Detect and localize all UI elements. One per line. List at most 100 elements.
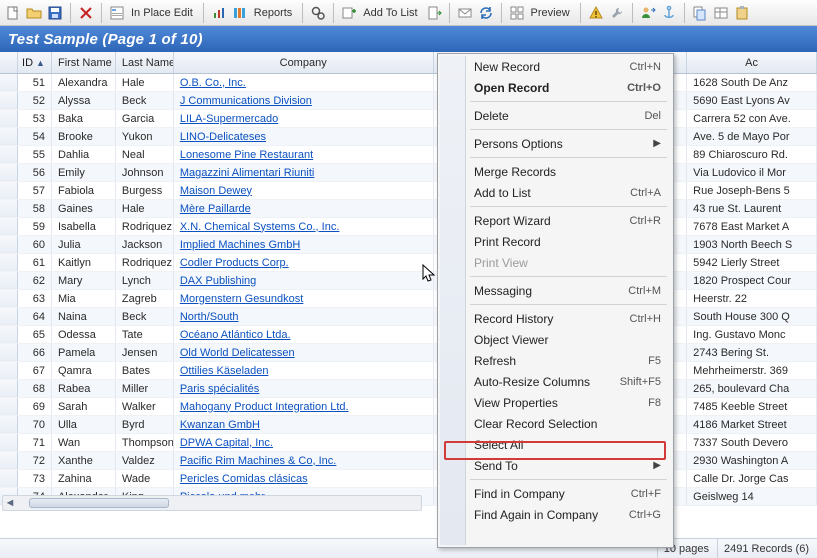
table-row[interactable]: 55DahliaNealLonesome Pine Restaurant89 C… [0, 146, 817, 164]
table-row[interactable]: 52AlyssaBeckJ Communications Division569… [0, 92, 817, 110]
company-link[interactable]: Paris spécialités [180, 383, 259, 395]
row-header[interactable] [0, 182, 18, 199]
col-header-address[interactable]: Ac [687, 52, 817, 73]
ctx-record-history[interactable]: Record HistoryCtrl+H [441, 308, 670, 329]
ctx-auto-resize[interactable]: Auto-Resize ColumnsShift+F5 [441, 371, 670, 392]
warning-icon[interactable] [587, 4, 605, 22]
table-row[interactable]: 73ZahinaWadePericles Comidas clásicasCal… [0, 470, 817, 488]
ctx-open-record[interactable]: Open RecordCtrl+O [441, 77, 670, 98]
company-link[interactable]: Ottilies Käseladen [180, 365, 269, 377]
row-header[interactable] [0, 236, 18, 253]
company-link[interactable]: J Communications Division [180, 95, 312, 107]
row-header[interactable] [0, 326, 18, 343]
company-link[interactable]: O.B. Co., Inc. [180, 77, 246, 89]
row-header[interactable] [0, 200, 18, 217]
ctx-messaging[interactable]: MessagingCtrl+M [441, 280, 670, 301]
refresh-icon[interactable] [477, 4, 495, 22]
company-link[interactable]: Maison Dewey [180, 185, 252, 197]
save-icon[interactable] [46, 4, 64, 22]
company-link[interactable]: LILA-Supermercado [180, 113, 278, 125]
table-row[interactable]: 71WanThompsonDPWA Capital, Inc.7337 Sout… [0, 434, 817, 452]
find-icon[interactable] [309, 4, 327, 22]
ctx-print-record[interactable]: Print Record [441, 231, 670, 252]
clipboard-icon[interactable] [733, 4, 751, 22]
table-row[interactable]: 54BrookeYukonLINO-DelicatesesAve. 5 de M… [0, 128, 817, 146]
ctx-object-viewer[interactable]: Object Viewer [441, 329, 670, 350]
table-row[interactable]: 67QamraBatesOttilies KäseladenMehrheimer… [0, 362, 817, 380]
col-header-id[interactable]: ID▲ [18, 52, 52, 73]
add-to-list-button[interactable]: Add To List [363, 7, 417, 19]
table-row[interactable]: 62MaryLynchDAX Publishing1820 Prospect C… [0, 272, 817, 290]
delete-icon[interactable] [77, 4, 95, 22]
open-icon[interactable] [25, 4, 43, 22]
table-merge-icon[interactable] [712, 4, 730, 22]
row-header[interactable] [0, 164, 18, 181]
company-link[interactable]: Kwanzan GmbH [180, 419, 260, 431]
mail-icon[interactable] [456, 4, 474, 22]
row-header-corner[interactable] [0, 52, 18, 73]
row-header[interactable] [0, 362, 18, 379]
company-link[interactable]: DPWA Capital, Inc. [180, 437, 273, 449]
table-row[interactable]: 70UllaByrdKwanzan GmbH4186 Market Street [0, 416, 817, 434]
export-icon[interactable] [425, 4, 443, 22]
company-link[interactable]: Océano Atlántico Ltda. [180, 329, 291, 341]
row-header[interactable] [0, 398, 18, 415]
ctx-find-again[interactable]: Find Again in CompanyCtrl+G [441, 504, 670, 525]
row-header[interactable] [0, 254, 18, 271]
scroll-thumb[interactable] [29, 498, 169, 508]
company-link[interactable]: Morgenstern Gesundkost [180, 293, 304, 305]
col-header-last-name[interactable]: Last Name [116, 52, 174, 73]
ctx-delete[interactable]: DeleteDel [441, 105, 670, 126]
grid-body[interactable]: 51AlexandraHaleO.B. Co., Inc.1628 South … [0, 74, 817, 517]
row-header[interactable] [0, 272, 18, 289]
table-row[interactable]: 66PamelaJensenOld World Delicatessen2743… [0, 344, 817, 362]
row-header[interactable] [0, 416, 18, 433]
ctx-new-record[interactable]: New RecordCtrl+N [441, 56, 670, 77]
ctx-find-in-company[interactable]: Find in CompanyCtrl+F [441, 483, 670, 504]
row-header[interactable] [0, 470, 18, 487]
company-link[interactable]: Pacific Rim Machines & Co, Inc. [180, 455, 337, 467]
company-link[interactable]: Codler Products Corp. [180, 257, 289, 269]
anchor-icon[interactable] [660, 4, 678, 22]
ctx-send-to[interactable]: Send To▶ [441, 455, 670, 476]
row-header[interactable] [0, 92, 18, 109]
row-header[interactable] [0, 380, 18, 397]
form-icon[interactable] [108, 4, 126, 22]
row-header[interactable] [0, 110, 18, 127]
table-row[interactable]: 53BakaGarciaLILA-SupermercadoCarrera 52 … [0, 110, 817, 128]
scroll-left-icon[interactable]: ◄ [3, 496, 17, 510]
company-link[interactable]: LINO-Delicateses [180, 131, 266, 143]
ctx-select-all[interactable]: Select All [441, 434, 670, 455]
company-link[interactable]: Mahogany Product Integration Ltd. [180, 401, 349, 413]
preview-grid-icon[interactable] [508, 4, 526, 22]
company-link[interactable]: Old World Delicatessen [180, 347, 295, 359]
chart-bar-icon[interactable] [210, 4, 228, 22]
row-header[interactable] [0, 218, 18, 235]
company-link[interactable]: Mère Paillarde [180, 203, 251, 215]
row-header[interactable] [0, 434, 18, 451]
table-row[interactable]: 57FabiolaBurgessMaison DeweyRue Joseph-B… [0, 182, 817, 200]
row-header[interactable] [0, 128, 18, 145]
ctx-clear-record-selection[interactable]: Clear Record Selection [441, 413, 670, 434]
copy-form-icon[interactable] [691, 4, 709, 22]
table-row[interactable]: 69SarahWalkerMahogany Product Integratio… [0, 398, 817, 416]
list-add-icon[interactable] [340, 4, 358, 22]
chart-columns-icon[interactable] [231, 4, 249, 22]
company-link[interactable]: X.N. Chemical Systems Co., Inc. [180, 221, 340, 233]
col-header-first-name[interactable]: First Name [52, 52, 116, 73]
table-row[interactable]: 65OdessaTateOcéano Atlántico Ltda.Ing. G… [0, 326, 817, 344]
company-link[interactable]: DAX Publishing [180, 275, 256, 287]
table-row[interactable]: 51AlexandraHaleO.B. Co., Inc.1628 South … [0, 74, 817, 92]
company-link[interactable]: North/South [180, 311, 239, 323]
table-row[interactable]: 56EmilyJohnsonMagazzini Alimentari Riuni… [0, 164, 817, 182]
table-row[interactable]: 61KaitlynRodriquezCodler Products Corp.5… [0, 254, 817, 272]
horizontal-scrollbar[interactable]: ◄ [2, 495, 422, 511]
ctx-merge-records[interactable]: Merge Records [441, 161, 670, 182]
reports-button[interactable]: Reports [254, 7, 293, 19]
table-row[interactable]: 68RabeaMillerParis spécialités265, boule… [0, 380, 817, 398]
col-header-company[interactable]: Company [174, 52, 434, 73]
row-header[interactable] [0, 344, 18, 361]
new-icon[interactable] [4, 4, 22, 22]
row-header[interactable] [0, 290, 18, 307]
company-link[interactable]: Implied Machines GmbH [180, 239, 300, 251]
